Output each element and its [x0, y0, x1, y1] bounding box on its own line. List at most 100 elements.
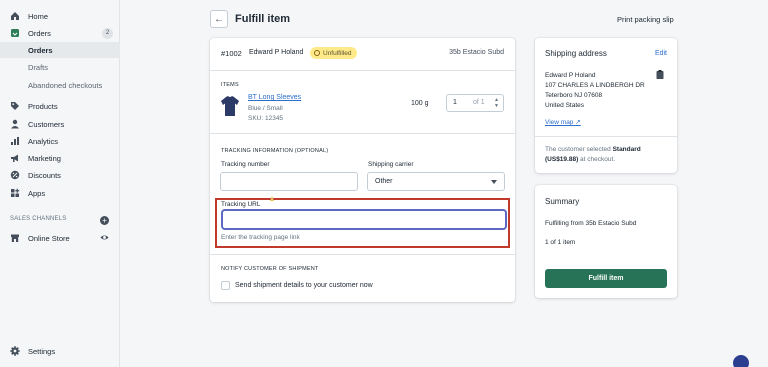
sidebar-item-label: Orders — [28, 45, 53, 55]
copy-clipboard-icon[interactable] — [656, 70, 664, 79]
items-heading: ITEMS — [221, 82, 239, 88]
shipping-method-note: The customer selected Standard (US$19.88)… — [545, 145, 670, 165]
sidebar-item-label: Discounts — [28, 170, 61, 180]
fulfillment-card: #1002 Edward P Holand Unfulfilled 35b Es… — [210, 38, 515, 302]
stepper-arrows-icon[interactable]: ▲ ▼ — [492, 97, 501, 109]
sidebar-item-label: Marketing — [28, 153, 61, 163]
view-map-label: View map — [545, 119, 574, 126]
back-button[interactable]: ← — [210, 10, 228, 28]
divider — [210, 254, 515, 255]
order-number: #1002 — [221, 49, 242, 58]
discount-icon — [10, 170, 20, 180]
tracking-url-help: Enter the tracking page link — [221, 234, 300, 241]
summary-card: Summary Fulfilling from 35b Estacio Subd… — [535, 185, 677, 298]
tracking-url-label: Tracking URL — [221, 201, 261, 208]
home-icon — [11, 12, 19, 20]
sidebar-item-home[interactable]: Home — [0, 8, 120, 24]
sidebar-item-apps[interactable]: Apps — [0, 185, 120, 201]
print-packing-slip-link[interactable]: Print packing slip — [617, 15, 674, 24]
add-channel-plus-icon[interactable]: + — [100, 216, 109, 225]
status-badge-label: Unfulfilled — [323, 49, 352, 57]
item-variant: Blue / Small — [248, 105, 283, 112]
sidebar-item-customers[interactable]: Customers — [0, 116, 120, 132]
orders-count-badge: 2 — [102, 27, 113, 39]
sidebar-item-marketing[interactable]: Marketing — [0, 150, 120, 166]
divider — [535, 136, 677, 137]
quantity-value: 1 — [453, 99, 457, 106]
shipping-method-name: Standard — [612, 146, 641, 153]
address-line: Edward P Holand — [545, 72, 596, 79]
sidebar-subitem-orders[interactable]: Orders — [0, 42, 120, 58]
gear-icon — [10, 346, 20, 356]
tracking-url-input[interactable] — [222, 210, 506, 229]
sidebar-item-label: Settings — [28, 346, 56, 356]
sidebar-item-label: Home — [28, 11, 49, 21]
sidebar-item-discounts[interactable]: Discounts — [0, 167, 120, 183]
notify-customer-checkbox[interactable] — [221, 281, 230, 290]
external-link-icon: ↗ — [575, 119, 581, 126]
item-weight: 100 g — [411, 100, 429, 107]
sidebar-item-label: Online Store — [28, 233, 70, 243]
sidebar-item-label: Orders — [28, 28, 51, 38]
sidebar-item-label: Customers — [28, 119, 65, 129]
shirt-thumbnail — [221, 96, 239, 116]
quantity-of-label: of 1 — [473, 99, 485, 106]
shipping-carrier-value: Other — [375, 178, 393, 185]
summary-fulfilling-from: Fulfilling from 35b Estacio Subd — [545, 220, 637, 227]
address-line: United States — [545, 102, 585, 109]
view-map-link[interactable]: View map ↗ — [545, 118, 581, 126]
sidebar-item-label: Analytics — [28, 136, 59, 146]
tag-icon — [11, 102, 19, 110]
sidebar-item-label: Apps — [28, 188, 46, 198]
sidebar-item-analytics[interactable]: Analytics — [0, 133, 120, 149]
shipping-note-prefix: The customer selected — [545, 146, 613, 153]
notify-customer-label[interactable]: Send shipment details to your customer n… — [235, 282, 373, 289]
mouse-cursor-icon — [270, 196, 274, 201]
orders-icon — [11, 29, 19, 37]
item-sku: SKU: 12345 — [248, 115, 284, 122]
sidebar-item-label: Abandoned checkouts — [28, 80, 103, 90]
status-dot-icon — [314, 50, 320, 56]
status-badge: Unfulfilled — [310, 47, 357, 59]
megaphone-icon — [11, 154, 18, 162]
divider — [210, 133, 515, 134]
tracking-heading: TRACKING INFORMATION (OPTIONAL) — [221, 148, 329, 154]
shipping-method-price: (US$19.88) — [545, 156, 579, 163]
quantity-stepper[interactable]: 1 of 1 ▲ ▼ — [446, 94, 504, 112]
chevron-down-icon — [491, 180, 497, 184]
shipping-note-suffix: at checkout. — [578, 156, 616, 163]
apps-icon — [11, 188, 20, 197]
shipping-address-card: Shipping address Edit Edward P Holand 10… — [535, 38, 677, 173]
main-content: ← Fulfill item Print packing slip #1002 … — [120, 0, 768, 367]
sales-channels-label: SALES CHANNELS — [10, 216, 67, 222]
edit-address-link[interactable]: Edit — [655, 50, 667, 57]
tracking-url-highlight: Tracking URL Enter the tracking page lin… — [215, 198, 510, 248]
arrow-left-icon: ← — [214, 13, 224, 25]
page-title: Fulfill item — [235, 13, 290, 25]
sidebar-item-label: Products — [28, 101, 58, 111]
sidebar-subitem-abandoned-checkouts[interactable]: Abandoned checkouts — [0, 77, 120, 93]
customer-name: Edward P Holand — [249, 49, 304, 56]
item-name-link[interactable]: BT Long Sleeves — [248, 94, 301, 101]
address-line: 107 CHARLES A LINDBERGH DR — [545, 82, 645, 89]
sidebar-item-products[interactable]: Products — [0, 98, 120, 114]
shipping-carrier-label: Shipping carrier — [368, 161, 414, 168]
notify-heading: NOTIFY CUSTOMER OF SHIPMENT — [221, 266, 319, 272]
shipping-carrier-select[interactable]: Other — [367, 172, 505, 191]
store-icon — [11, 234, 19, 242]
shipping-address-title: Shipping address — [545, 49, 607, 58]
sidebar-item-orders[interactable]: Orders 2 — [0, 25, 120, 41]
bar-chart-icon — [11, 137, 19, 145]
fulfill-item-button[interactable]: Fulfill item — [545, 269, 667, 288]
sidebar-subitem-drafts[interactable]: Drafts — [0, 59, 120, 75]
chat-help-icon[interactable] — [733, 355, 749, 367]
eye-icon[interactable] — [100, 233, 109, 242]
divider — [210, 70, 515, 71]
summary-item-count: 1 of 1 item — [545, 239, 576, 246]
tracking-number-label: Tracking number — [221, 161, 270, 168]
sidebar-item-label: Drafts — [28, 62, 49, 72]
tracking-number-input[interactable] — [220, 172, 358, 191]
sidebar-item-settings[interactable]: Settings — [0, 343, 120, 359]
sidebar: Home Orders 2 Orders Drafts Abandoned ch… — [0, 0, 120, 367]
person-icon — [11, 119, 19, 129]
